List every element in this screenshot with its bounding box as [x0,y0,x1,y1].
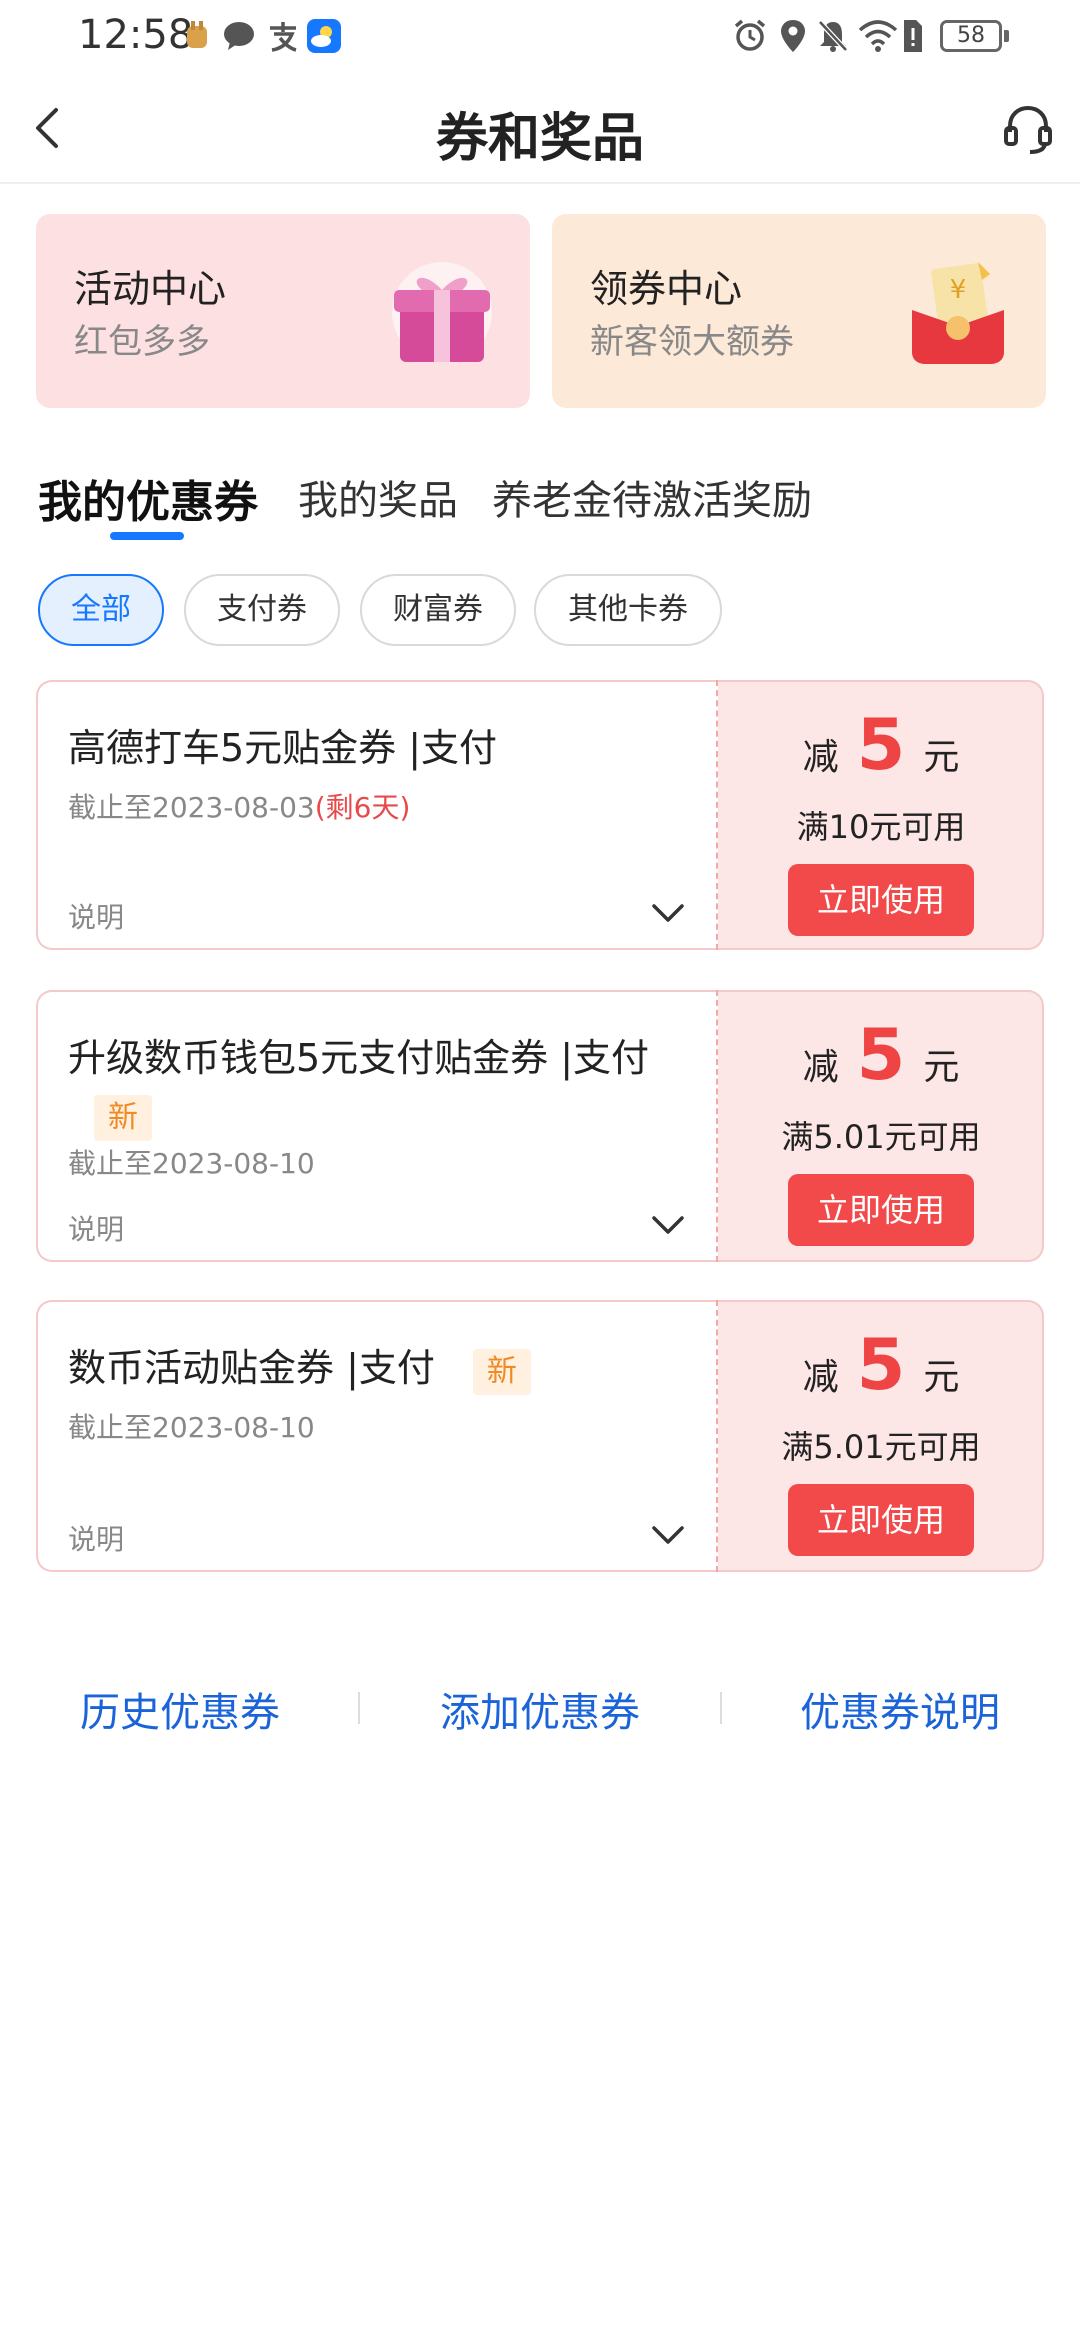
coupon-title: 高德打车5元贴金券 |支付 [68,726,498,770]
activity-center-card[interactable]: 活动中心 红包多多 [36,214,530,408]
svg-text:¥: ¥ [950,275,967,305]
weather-icon [307,19,341,53]
new-badge: 新 [94,1095,152,1141]
coupon-amount-panel: 减5元 满10元可用 立即使用 [718,680,1044,950]
coupon-title: 数币活动贴金券 |支付新 [68,1340,698,1396]
mute-icon [818,20,848,52]
coupon-center-card[interactable]: 领券中心 新客领大额券 ¥ [552,214,1046,408]
footer-divider [358,1692,360,1724]
coupon-amount-panel: 减5元 满5.01元可用 立即使用 [718,1300,1044,1572]
coupon-deadline: 截止至2023-08-10 [68,1411,315,1444]
coupon-explanation-link[interactable]: 优惠券说明 [760,1680,1040,1738]
alipay-icon [270,22,297,52]
chevron-down-icon[interactable] [648,894,688,934]
gift-box-icon [392,262,492,362]
coupon-amount: 减5元 [802,704,960,786]
activity-center-subtitle: 红包多多 [74,322,210,362]
tab-pension-rewards[interactable]: 养老金待激活奖励 [492,468,812,526]
wifi-icon [858,20,898,52]
status-time: 12:58 [78,12,194,58]
filter-all[interactable]: 全部 [38,574,164,646]
filter-payment[interactable]: 支付券 [184,574,340,646]
coupon-center-title: 领券中心 [590,267,743,311]
coupon-center-subtitle: 新客领大额券 [590,322,794,362]
location-icon [781,20,805,52]
add-coupon-link[interactable]: 添加优惠券 [400,1680,680,1738]
coupon-amount-panel: 减5元 满5.01元可用 立即使用 [718,990,1044,1262]
app-notification-icon [187,21,207,48]
coupon-card: 数币活动贴金券 |支付新 截止至2023-08-10 说明 减5元 满5.01元… [36,1300,1044,1572]
footer-divider [720,1692,722,1724]
page-title: 券和奖品 [435,109,644,169]
coupon-condition: 满5.01元可用 [781,1428,981,1466]
chevron-down-icon[interactable] [648,1206,688,1246]
message-icon [224,22,254,50]
chevron-down-icon[interactable] [648,1516,688,1556]
coupon-desc-toggle[interactable]: 说明 [68,1208,124,1248]
sim-alert-icon [904,20,922,52]
use-now-button[interactable]: 立即使用 [788,864,974,936]
battery-icon: 58 [940,20,1002,52]
tab-my-prizes[interactable]: 我的奖品 [298,468,458,526]
coupon-card: 高德打车5元贴金券 |支付 截止至2023-08-03(剩6天) 说明 减5元 … [36,680,1044,950]
coupon-info: 数币活动贴金券 |支付新 截止至2023-08-10 说明 [36,1300,716,1572]
customer-service-icon[interactable] [1000,100,1056,156]
history-coupons-link[interactable]: 历史优惠券 [40,1680,320,1738]
coupon-amount: 减5元 [802,1014,960,1096]
filter-other-cards[interactable]: 其他卡券 [534,574,722,646]
new-badge: 新 [472,1349,531,1395]
coupon-deadline: 截止至2023-08-03(剩6天) [68,791,411,824]
coupon-card: 升级数币钱包5元支付贴金券 |支付新 截止至2023-08-10 说明 减5元 … [36,990,1044,1262]
red-envelope-icon: ¥ [912,262,1004,364]
tab-my-coupons[interactable]: 我的优惠券 [38,466,258,530]
coupon-deadline: 截止至2023-08-10 [68,1147,315,1180]
use-now-button[interactable]: 立即使用 [788,1484,974,1556]
filter-wealth[interactable]: 财富券 [360,574,516,646]
use-now-button[interactable]: 立即使用 [788,1174,974,1246]
coupon-condition: 满5.01元可用 [781,1118,981,1156]
coupon-info: 升级数币钱包5元支付贴金券 |支付新 截止至2023-08-10 说明 [36,990,716,1262]
coupon-remaining: (剩6天) [314,791,411,824]
coupon-info: 高德打车5元贴金券 |支付 截止至2023-08-03(剩6天) 说明 [36,680,716,950]
coupon-desc-toggle[interactable]: 说明 [68,896,124,936]
tab-indicator [110,532,184,540]
alarm-icon [734,19,766,51]
header: 券和奖品 [0,72,1080,184]
battery-tip [1004,30,1009,42]
coupon-desc-toggle[interactable]: 说明 [68,1518,124,1558]
activity-center-title: 活动中心 [74,267,227,311]
coupon-amount: 减5元 [802,1324,960,1406]
coupon-title: 升级数币钱包5元支付贴金券 |支付新 [68,1030,698,1142]
status-bar: 12:58 58 [0,0,1080,72]
coupon-condition: 满10元可用 [796,808,966,846]
